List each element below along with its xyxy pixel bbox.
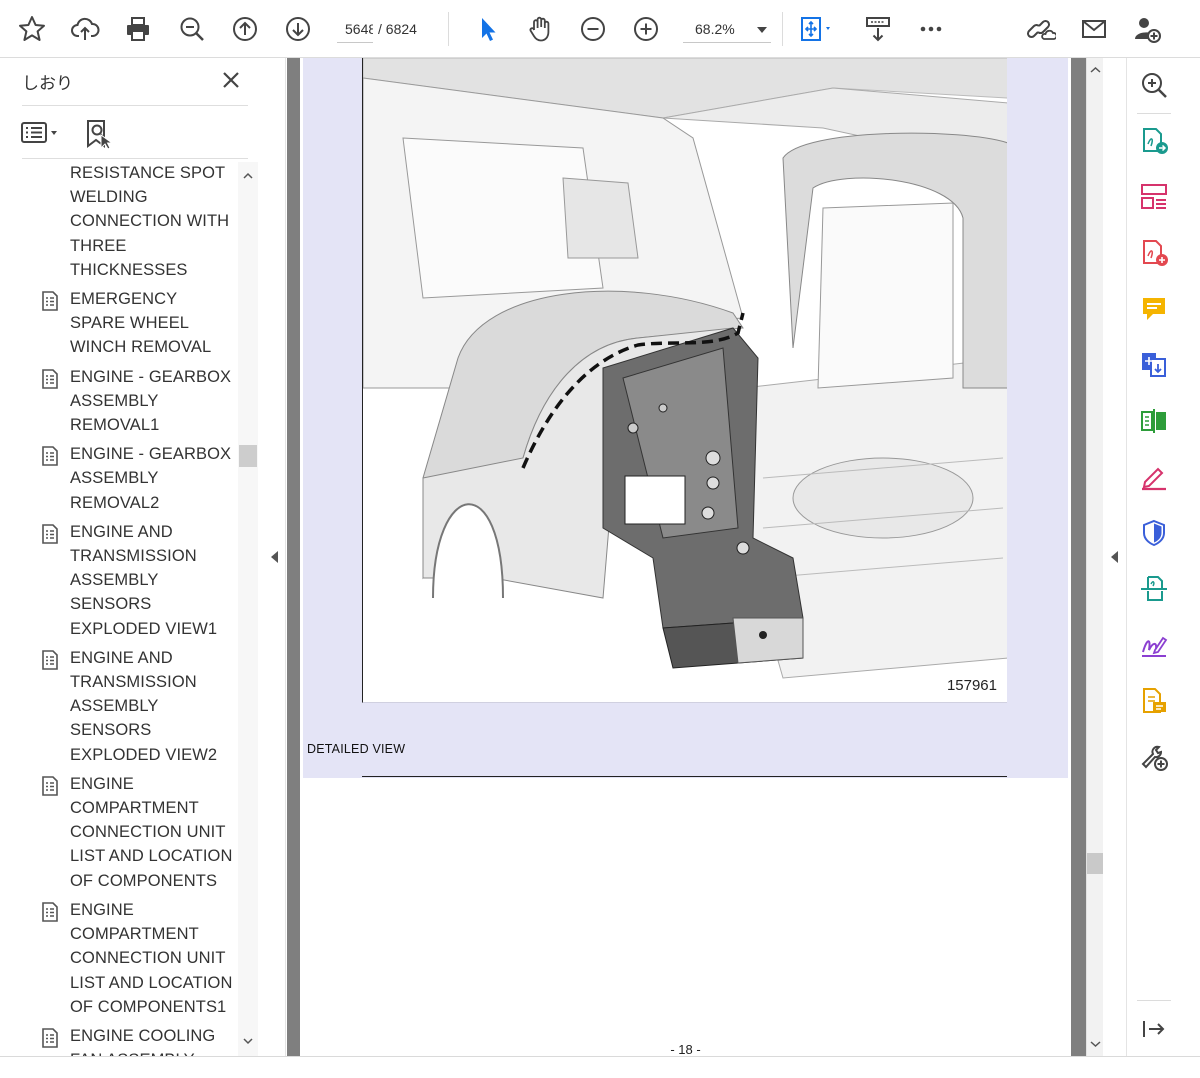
divider — [22, 158, 248, 159]
rear-quarter-panel-drawing — [363, 58, 1007, 679]
collapse-right-panel-handle[interactable] — [1103, 58, 1127, 1056]
chevron-down-icon — [757, 27, 767, 33]
bookmark-label: ENGINE COMPARTMENT CONNECTION UNIT LIST … — [70, 900, 233, 1016]
bookmark-item[interactable]: ENGINE COMPARTMENT CONNECTION UNIT LIST … — [0, 771, 238, 897]
vehicle-body-illustration: 157961 — [362, 58, 1007, 703]
share-link-icon[interactable] — [1022, 10, 1060, 48]
zoom-in-icon[interactable] — [627, 10, 665, 48]
scroll-mode-icon[interactable] — [859, 10, 897, 48]
bookmark-item[interactable]: ENGINE - GEARBOX ASSEMBLY REMOVAL1 — [0, 364, 238, 442]
bookmark-item[interactable]: ENGINE COOLING FAN ASSEMBLY REMOVAL1 — [0, 1023, 238, 1056]
figure-number: 157961 — [946, 677, 997, 694]
bookmark-label: EMERGENCY SPARE WHEEL WINCH REMOVAL — [70, 290, 212, 357]
document-viewport[interactable]: 157961 DETAILED VIEW - 18 - — [287, 58, 1086, 1056]
fit-page-icon[interactable] — [793, 10, 839, 48]
hand-icon[interactable] — [521, 10, 559, 48]
protect-icon[interactable] — [1139, 518, 1169, 548]
scan-ocr-icon[interactable] — [1139, 574, 1169, 604]
bookmark-label: ENGINE AND TRANSMISSION ASSEMBLY SENSORS… — [70, 522, 218, 638]
scroll-up-icon[interactable] — [243, 171, 253, 181]
collapse-left-icon — [271, 551, 278, 563]
bookmark-item[interactable]: ENGINE COMPARTMENT CONNECTION UNIT LIST … — [0, 897, 238, 1023]
bookmark-item[interactable]: ENGINE AND TRANSMISSION ASSEMBLY SENSORS… — [0, 645, 238, 771]
figure-caption: DETAILED VIEW — [307, 742, 406, 756]
cloud-upload-icon[interactable] — [66, 10, 104, 48]
window-bottom-edge — [0, 1056, 1200, 1078]
document-scrollbar[interactable] — [1086, 58, 1104, 1056]
print-icon[interactable] — [119, 10, 157, 48]
more-icon[interactable] — [912, 10, 950, 48]
divider — [1137, 113, 1171, 114]
zoom-out-icon[interactable] — [574, 10, 612, 48]
find-bookmark-icon[interactable] — [84, 118, 114, 150]
bookmark-scrollbar[interactable] — [238, 162, 258, 1056]
scroll-down-icon[interactable] — [243, 1036, 253, 1046]
stamp-icon[interactable] — [1139, 686, 1169, 716]
more-tools-icon[interactable] — [1139, 742, 1169, 772]
fill-sign-icon[interactable] — [1139, 462, 1169, 492]
add-user-icon[interactable] — [1128, 10, 1166, 48]
toolbar-divider — [448, 12, 449, 46]
zoom-select[interactable]: 68.2% — [683, 15, 771, 43]
bookmark-label: ENGINE - GEARBOX ASSEMBLY REMOVAL1 — [70, 367, 232, 435]
page-total: / 6824 — [378, 21, 417, 37]
divider — [22, 105, 248, 106]
scrollbar-thumb[interactable] — [1087, 853, 1104, 874]
page-down-icon[interactable] — [279, 10, 317, 48]
bookmark-label: ENGINE AND TRANSMISSION ASSEMBLY SENSORS… — [70, 648, 218, 764]
export-pdf-icon[interactable] — [1139, 126, 1169, 156]
bookmark-page-icon — [41, 290, 63, 312]
bookmark-item[interactable]: ENGINE AND TRANSMISSION ASSEMBLY SENSORS… — [0, 519, 238, 645]
organize-pages-icon[interactable] — [1139, 182, 1169, 212]
bookmark-item[interactable]: EMERGENCY SPARE WHEEL WINCH REMOVAL — [0, 286, 238, 364]
combine-files-icon[interactable] — [1139, 350, 1169, 380]
page-up-icon[interactable] — [226, 10, 264, 48]
bookmark-page-icon — [41, 649, 63, 671]
zoom-search-icon[interactable] — [173, 10, 211, 48]
bookmark-label: ENGINE COMPARTMENT CONNECTION UNIT LIST … — [70, 774, 233, 890]
expand-right-icon — [1111, 551, 1118, 563]
toolbar-divider — [782, 12, 783, 46]
star-icon[interactable] — [13, 10, 51, 48]
bookmark-options-icon[interactable] — [20, 119, 64, 149]
bookmark-item[interactable]: ENGINE - GEARBOX ASSEMBLY REMOVAL2 — [0, 441, 238, 519]
bookmark-label: ENGINE - GEARBOX ASSEMBLY REMOVAL2 — [70, 445, 232, 512]
tools-rail — [1127, 58, 1200, 1056]
comment-icon[interactable] — [1139, 294, 1169, 324]
page-footer-number: - 18 - — [670, 1042, 701, 1056]
bookmark-list: RESISTANCE SPOT WELDING CONNECTION WITH … — [0, 162, 238, 1056]
compare-icon[interactable] — [1139, 406, 1169, 436]
page-number-input[interactable]: 5648 — [337, 15, 373, 43]
bookmark-page-icon — [41, 775, 63, 797]
page-rule — [362, 776, 1007, 777]
collapse-left-panel-handle[interactable] — [262, 58, 286, 1056]
bookmark-item[interactable]: RESISTANCE SPOT WELDING CONNECTION WITH … — [0, 162, 238, 286]
scroll-up-icon[interactable] — [1090, 65, 1101, 76]
bookmark-page-icon — [41, 523, 63, 545]
bookmark-page-icon — [41, 1027, 63, 1049]
scrollbar-thumb[interactable] — [239, 445, 257, 467]
bookmark-label: ENGINE COOLING FAN ASSEMBLY REMOVAL1 — [70, 1026, 216, 1056]
request-signature-icon[interactable] — [1139, 630, 1169, 660]
zoom-search-icon[interactable] — [1139, 70, 1169, 100]
bookmark-label: RESISTANCE SPOT WELDING CONNECTION WITH … — [70, 164, 230, 279]
create-pdf-icon[interactable] — [1139, 238, 1169, 268]
bookmark-page-icon — [41, 368, 63, 390]
select-cursor-icon[interactable] — [468, 10, 506, 48]
pdf-page: 157961 DETAILED VIEW - 18 - — [300, 58, 1071, 1056]
panel-title: しおり — [22, 74, 73, 93]
main-toolbar: 5648 / 6824 68.2% — [0, 0, 1200, 58]
zoom-value: 68.2% — [695, 21, 735, 37]
close-icon[interactable] — [219, 68, 243, 92]
bookmark-page-icon — [41, 445, 63, 467]
scroll-down-icon[interactable] — [1090, 1039, 1101, 1050]
divider — [1137, 1000, 1171, 1001]
email-icon[interactable] — [1075, 10, 1113, 48]
bookmark-page-icon — [41, 901, 63, 923]
collapse-panel-icon[interactable] — [1139, 1014, 1169, 1044]
bookmarks-panel: しおり RESISTANCE SPOT WELDING CONNECTION W… — [0, 58, 262, 1056]
